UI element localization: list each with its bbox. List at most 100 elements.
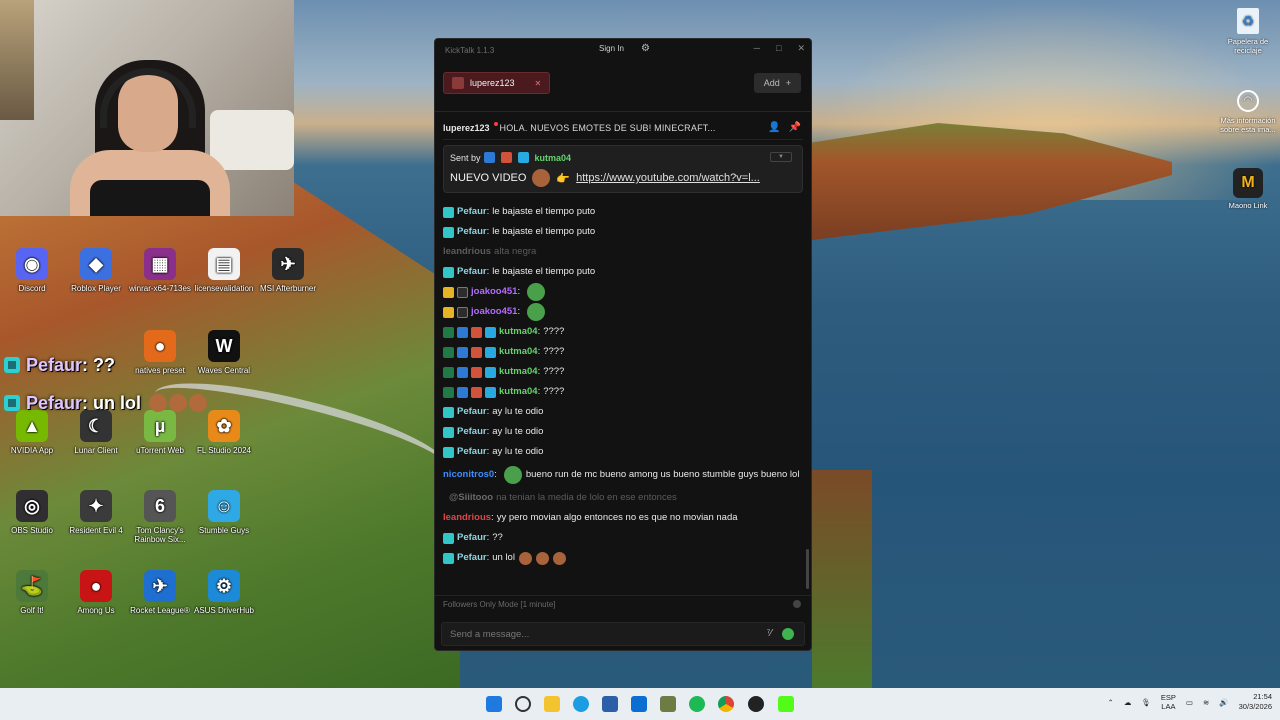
microphone-icon[interactable]: 🎙 (1141, 698, 1151, 707)
chrome-icon[interactable] (718, 696, 734, 712)
chat-username[interactable]: niconitros0 (443, 469, 494, 481)
chat-username[interactable]: Pefaur (457, 206, 487, 218)
desktop-shortcut-discord[interactable]: ◉ Discord (0, 248, 64, 293)
chat-username[interactable]: joakoo451 (471, 286, 517, 298)
overlay-username: Pefaur (26, 392, 83, 413)
desktop-shortcut-rocketleague[interactable]: ✈ Rocket League® (128, 570, 192, 615)
message-input[interactable]: Send a message... ⁷⁄ (441, 622, 805, 646)
desktop-shortcut-amongus[interactable]: ● Among Us (64, 570, 128, 615)
clock[interactable]: 21:54 30/3/2026 (1239, 692, 1272, 712)
spotlight-info-shortcut[interactable]: ◠ Más información sobre esta ima... (1216, 90, 1280, 134)
chat-username[interactable]: Pefaur (457, 532, 487, 544)
wifi-icon[interactable]: ≋ (1203, 698, 1209, 707)
chat-username[interactable]: kutma04 (499, 386, 538, 398)
desktop-shortcut-nvidia[interactable]: ▲ NVIDIA App (0, 410, 64, 455)
chat-text: ???? (543, 366, 565, 377)
pin-icon[interactable]: 📌 (789, 122, 801, 133)
chat-username[interactable]: leandrious (443, 512, 491, 524)
desktop-shortcut-lunar[interactable]: ☾ Lunar Client (64, 410, 128, 455)
spotify-icon[interactable] (689, 696, 705, 712)
maono-link-shortcut[interactable]: M Maono Link (1216, 168, 1280, 210)
store-icon[interactable] (602, 696, 618, 712)
file-explorer-icon[interactable] (544, 696, 560, 712)
pinned-username[interactable]: kutma04 (535, 153, 572, 163)
chat-username[interactable]: Pefaur (457, 446, 487, 458)
pinned-link[interactable]: https://www.youtube.com/watch?v=l... (576, 172, 760, 184)
sub-badge-icon (443, 552, 454, 564)
live-dot-icon (494, 122, 498, 126)
desktop-shortcut-r6[interactable]: 6 Tom Clancy's Rainbow Six... (128, 490, 192, 544)
chat-username[interactable]: Pefaur (457, 266, 487, 278)
desktop-shortcut-roblox[interactable]: ◆ Roblox Player (64, 248, 128, 293)
chat-mode-text: Followers Only Mode [1 minute] (443, 600, 556, 609)
chevron-down-icon[interactable]: ▼ (770, 152, 792, 162)
chat-username[interactable]: Pefaur (457, 426, 487, 438)
desktop-shortcut-flstudio[interactable]: ✿ FL Studio 2024 (192, 410, 256, 455)
r6-icon: 6 (144, 490, 176, 522)
icon-label: Lunar Client (74, 446, 118, 455)
chat-messages: Pefaur: le bajaste el tiempo puto Pefaur: l… (435, 137, 811, 594)
sign-in-button[interactable]: Sign In (599, 44, 624, 53)
maximize-icon[interactable]: □ (776, 43, 781, 54)
obs-taskbar-icon[interactable] (748, 696, 764, 712)
emote-picker-icon[interactable]: ⁷⁄ (767, 628, 772, 640)
desktop-shortcut-winrar[interactable]: ▦ winrar-x64-713es (128, 248, 192, 293)
emote-icon (149, 394, 168, 412)
channel-name[interactable]: luperez123 (443, 123, 490, 133)
network-cloud-icon[interactable]: ☁ (1124, 698, 1132, 707)
chat-username[interactable]: Pefaur (457, 406, 487, 418)
green-badge-icon (443, 346, 454, 358)
close-icon[interactable]: ✕ (797, 43, 805, 54)
close-tab-icon[interactable]: ✕ (535, 79, 542, 88)
chat-username[interactable]: leandrious (443, 246, 491, 258)
chat-username[interactable]: kutma04 (499, 346, 538, 358)
search-icon[interactable] (515, 696, 531, 712)
roblox-icon: ◆ (80, 248, 112, 280)
chat-username[interactable]: @Siiitooo (449, 492, 493, 504)
outlook-icon[interactable] (631, 696, 647, 712)
language-indicator[interactable]: ESP LAA (1161, 693, 1176, 711)
user-icon[interactable]: 👤 (768, 122, 780, 133)
chat-username[interactable]: Pefaur (457, 226, 487, 238)
recycle-bin-shortcut[interactable]: ♻ Papelera de reciclaje (1216, 8, 1280, 55)
desktop-shortcut-asus[interactable]: ⚙ ASUS DriverHub (192, 570, 256, 615)
desktop-shortcut-golfit[interactable]: ⛳ Golf It! (0, 570, 64, 615)
minimize-icon[interactable]: ─ (754, 43, 760, 54)
tab-luperez123[interactable]: luperez123 ✕ (443, 72, 551, 94)
badge-icon (483, 152, 495, 163)
chat-message: kutma04:???? (443, 382, 803, 402)
start-windows-icon[interactable] (486, 696, 502, 712)
add-channel-button[interactable]: Add + (753, 73, 801, 93)
chat-username[interactable]: joakoo451 (471, 306, 517, 318)
chat-scrollbar[interactable] (806, 549, 809, 589)
kicktalk-taskbar-icon[interactable] (778, 696, 794, 712)
send-icon[interactable] (782, 628, 794, 640)
window-titlebar: KickTalk 1.1.3 Sign In ⚙ ─ □ ✕ (435, 39, 811, 61)
cube-badge-icon (485, 386, 496, 398)
minecraft-icon[interactable] (660, 696, 676, 712)
chat-username[interactable]: kutma04 (499, 326, 538, 338)
settings-gear-icon[interactable]: ⚙ (641, 43, 650, 54)
volume-icon[interactable]: 🔊 (1219, 698, 1228, 707)
chat-username[interactable]: Pefaur (457, 552, 487, 564)
afterburner-icon: ✈ (272, 248, 304, 280)
rocketleague-icon: ✈ (144, 570, 176, 602)
monitor-icon[interactable]: ▭ (1186, 698, 1193, 707)
desktop-shortcut-stumble[interactable]: ☺ Stumble Guys (192, 490, 256, 535)
desktop-shortcut-utorrent[interactable]: µ uTorrent Web (128, 410, 192, 455)
desktop-shortcut-file[interactable]: ▤ licensevalidation (192, 248, 256, 293)
edge-icon[interactable] (573, 696, 589, 712)
emote-icon (169, 394, 188, 412)
chevron-up-icon[interactable]: ⌃ (1108, 698, 1114, 707)
desktop-shortcut-re4[interactable]: ✦ Resident Evil 4 (64, 490, 128, 535)
chat-text: ???? (543, 346, 565, 357)
icon-label: Papelera de reciclaje (1227, 37, 1269, 55)
info-icon[interactable] (793, 600, 801, 608)
desktop-shortcut-obs[interactable]: ◎ OBS Studio (0, 490, 64, 535)
blue-badge-icon (457, 346, 468, 358)
chat-message: kutma04:???? (443, 322, 803, 342)
desktop-shortcut-afterburner[interactable]: ✈ MSI Afterburner (256, 248, 320, 293)
chat-username[interactable]: kutma04 (499, 366, 538, 378)
chat-text: le bajaste el tiempo puto (492, 266, 596, 277)
chat-message: joakoo451: (443, 282, 803, 302)
